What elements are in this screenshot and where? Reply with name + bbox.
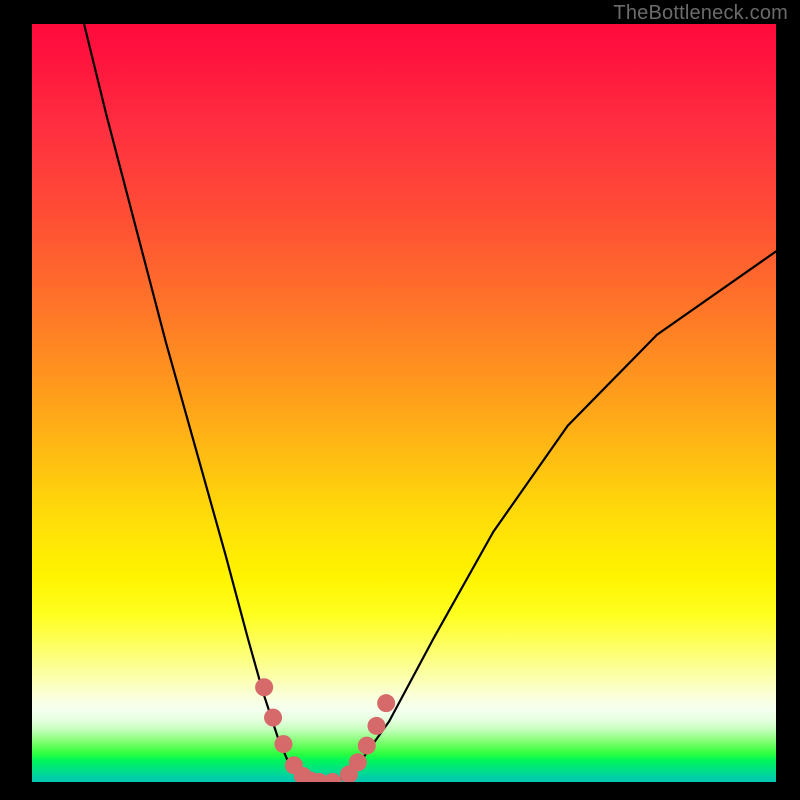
chart-svg [32, 24, 776, 782]
threshold-marker [358, 737, 376, 755]
chart-frame: TheBottleneck.com [0, 0, 800, 800]
plot-area [32, 24, 776, 782]
threshold-marker [264, 709, 282, 727]
attribution-label: TheBottleneck.com [613, 2, 788, 25]
bottleneck-curve [84, 24, 776, 782]
threshold-marker [324, 773, 342, 782]
threshold-marker [377, 694, 395, 712]
curve-group [84, 24, 776, 782]
threshold-marker [367, 717, 385, 735]
threshold-marker [274, 735, 292, 753]
threshold-marker [255, 678, 273, 696]
threshold-marker [349, 753, 367, 771]
